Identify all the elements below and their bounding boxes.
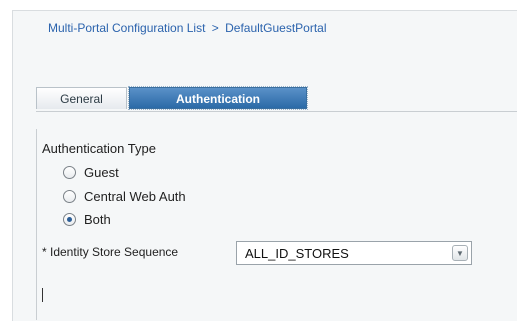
- radio-central-web-auth[interactable]: Central Web Auth: [63, 187, 186, 205]
- radio-guest[interactable]: Guest: [63, 163, 119, 181]
- identity-store-sequence-value: ALL_ID_STORES: [245, 246, 349, 261]
- identity-store-sequence-select[interactable]: ALL_ID_STORES ▼: [236, 241, 472, 265]
- radio-both[interactable]: Both: [63, 210, 111, 228]
- authentication-type-label: Authentication Type: [42, 141, 156, 156]
- radio-guest-label[interactable]: Guest: [84, 165, 119, 180]
- tab-general[interactable]: General: [36, 87, 127, 109]
- breadcrumb-separator: >: [211, 21, 219, 35]
- radio-both-label[interactable]: Both: [84, 212, 111, 227]
- radio-guest-control[interactable]: [63, 165, 76, 179]
- identity-store-sequence-label: * Identity Store Sequence: [42, 245, 179, 259]
- breadcrumb: Multi-Portal Configuration List > Defaul…: [48, 21, 327, 35]
- radio-central-web-auth-label[interactable]: Central Web Auth: [84, 189, 186, 204]
- radio-both-control[interactable]: [63, 212, 76, 226]
- chevron-down-icon[interactable]: ▼: [452, 245, 468, 261]
- breadcrumb-parent-link[interactable]: Multi-Portal Configuration List: [48, 21, 205, 35]
- tab-strip-divider: [36, 111, 517, 112]
- content-border: [36, 129, 37, 320]
- breadcrumb-current: DefaultGuestPortal: [225, 21, 327, 35]
- tab-authentication[interactable]: Authentication: [128, 86, 308, 110]
- radio-central-web-auth-control[interactable]: [63, 189, 76, 203]
- text-cursor: [42, 288, 43, 302]
